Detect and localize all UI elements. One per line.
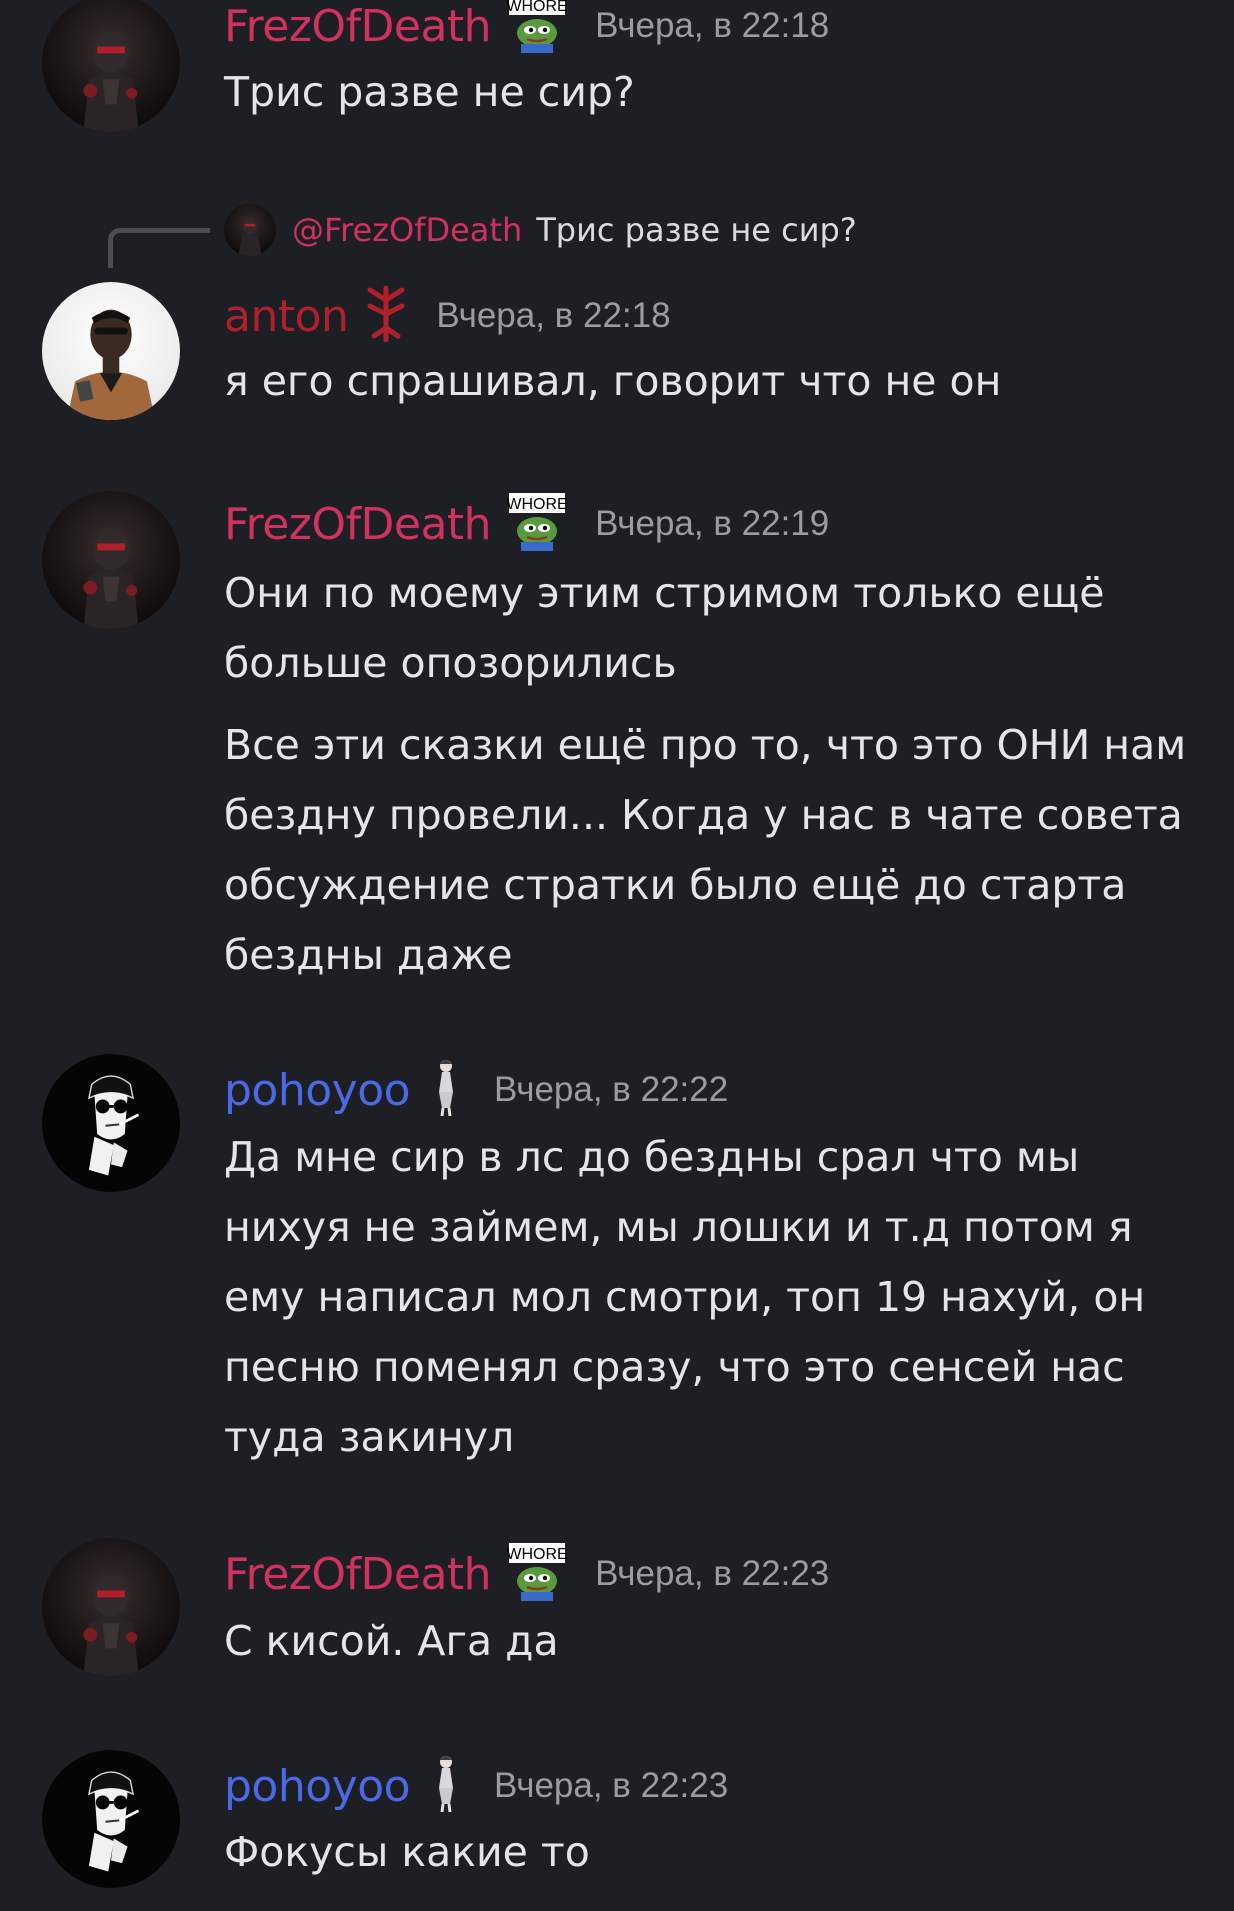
timestamp: Вчера, в 22:18 bbox=[595, 6, 830, 45]
pepe-whore-icon: WHORE bbox=[506, 0, 568, 57]
avatar-anton[interactable] bbox=[42, 282, 180, 420]
username[interactable]: FrezOfDeath bbox=[224, 499, 492, 550]
badge-text: WHORE bbox=[507, 0, 567, 15]
badge-text: WHORE bbox=[507, 496, 567, 513]
timestamp: Вчера, в 22:18 bbox=[436, 296, 671, 335]
pepe-whore-icon: WHORE bbox=[506, 1543, 568, 1605]
timestamp: Вчера, в 22:22 bbox=[494, 1070, 729, 1109]
avatar-pohoyoo[interactable] bbox=[42, 1750, 180, 1888]
pepe-whore-icon: WHORE bbox=[506, 493, 568, 555]
timestamp: Вчера, в 22:23 bbox=[494, 1766, 729, 1805]
reply-mention[interactable]: @FrezOfDeath bbox=[292, 211, 522, 249]
timestamp: Вчера, в 22:23 bbox=[595, 1554, 830, 1593]
reply-preview[interactable]: @FrezOfDeath Трис разве не сир? bbox=[224, 200, 857, 260]
username[interactable]: FrezOfDeath bbox=[224, 1, 492, 52]
reply-connector bbox=[108, 228, 210, 268]
message-text: Да мне сир в лс до бездны срал что мы ни… bbox=[224, 1133, 1146, 1461]
reply-text: Трис разве не сир? bbox=[536, 211, 857, 249]
avatar-pohoyoo[interactable] bbox=[42, 1054, 180, 1192]
reply-avatar bbox=[224, 204, 276, 256]
message-text: С кисой. Ага да bbox=[224, 1617, 559, 1665]
username[interactable]: pohoyoo bbox=[224, 1761, 411, 1812]
username[interactable]: pohoyoo bbox=[224, 1065, 411, 1116]
timestamp: Вчера, в 22:19 bbox=[595, 504, 830, 543]
username[interactable]: anton bbox=[224, 291, 349, 342]
avatar-frezofdeath[interactable] bbox=[42, 1538, 180, 1676]
anime-figure-icon bbox=[426, 1058, 466, 1122]
message-text: Они по моему этим стримом только ещё бол… bbox=[224, 569, 1187, 979]
message-text: я его спрашивал, говорит что не он bbox=[224, 357, 1002, 405]
message-text: Фокусы какие то bbox=[224, 1828, 590, 1876]
avatar-frezofdeath[interactable] bbox=[42, 0, 180, 132]
berserk-mark-icon bbox=[364, 285, 408, 346]
username[interactable]: FrezOfDeath bbox=[224, 1549, 492, 1600]
anime-figure-icon bbox=[426, 1754, 466, 1818]
badge-text: WHORE bbox=[507, 1546, 567, 1563]
avatar-frezofdeath[interactable] bbox=[42, 491, 180, 629]
message-text: Трис разве не сир? bbox=[224, 68, 635, 116]
